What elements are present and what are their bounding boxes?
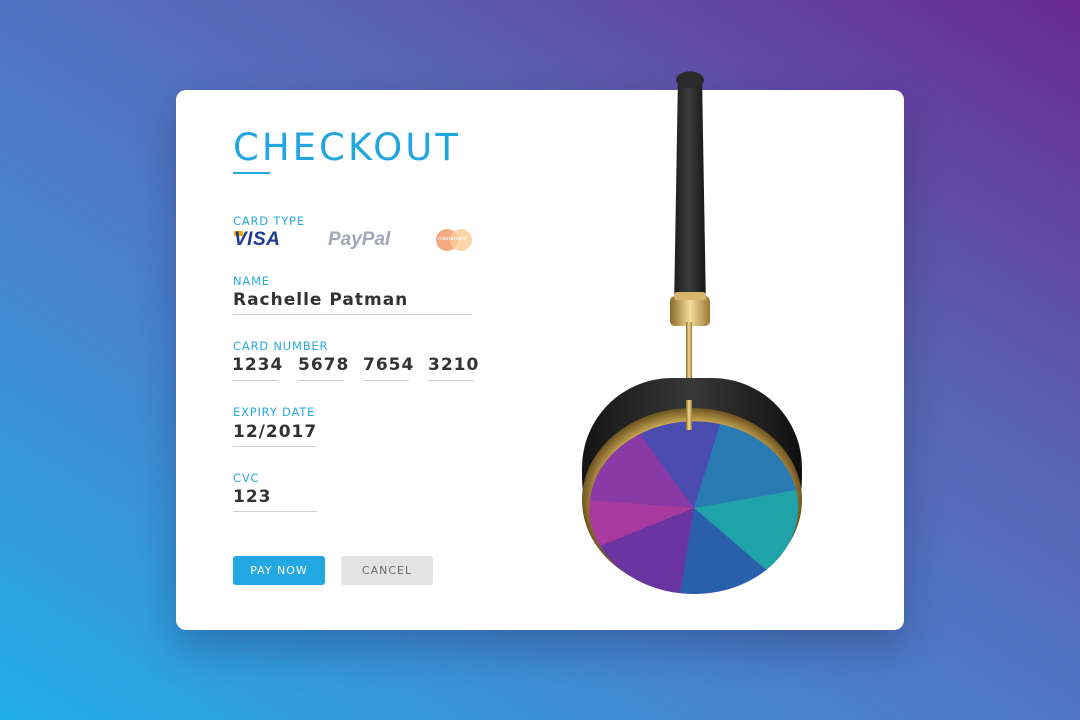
card-number-underline-2 [298,380,344,381]
card-number-label: CARD NUMBER [233,339,329,353]
cvc-label: CVC [233,471,260,485]
cvc-field[interactable]: 123 [233,486,272,508]
card-number-underline-4 [428,380,474,381]
page-title: CHECKOUT [233,126,461,169]
mastercard-card-option[interactable]: mastercard [436,229,474,251]
visa-card-option[interactable]: VISA [234,229,280,251]
expiry-date-underline [233,446,317,447]
card-number-field-4[interactable]: 3210 [428,354,479,376]
card-number-underline-1 [232,380,278,381]
cancel-button[interactable]: CANCEL [341,556,433,585]
name-field-underline [233,314,472,315]
expiry-date-label: EXPIRY DATE [233,405,316,419]
paypal-card-option[interactable]: PayPal [328,228,390,252]
card-type-label: CARD TYPE [233,214,305,228]
card-number-underline-3 [363,380,409,381]
mastercard-wordmark: mastercard [438,236,467,242]
name-field[interactable]: Rachelle Patman [233,289,408,311]
card-number-field-2[interactable]: 5678 [298,354,349,376]
pay-now-button[interactable]: PAY NOW [233,556,325,585]
expiry-date-field[interactable]: 12/2017 [233,421,317,443]
headphones-image [582,71,802,594]
card-number-field-3[interactable]: 7654 [363,354,414,376]
title-underline [233,172,270,174]
name-label: NAME [233,274,270,288]
card-number-field-1[interactable]: 1234 [232,354,283,376]
cvc-underline [233,511,317,512]
